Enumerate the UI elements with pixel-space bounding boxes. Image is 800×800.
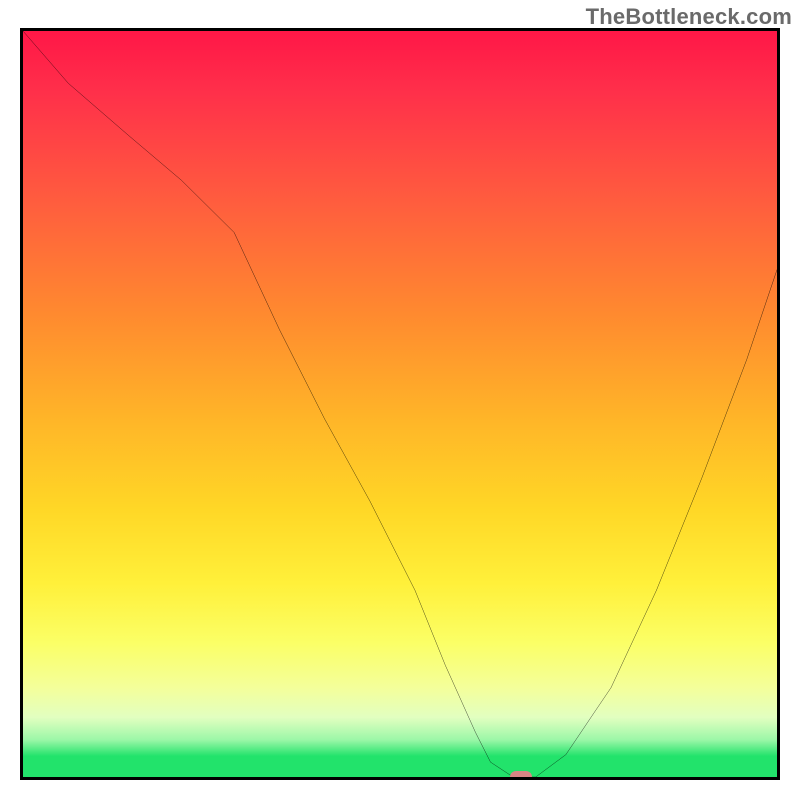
- bottleneck-curve-path: [23, 31, 777, 777]
- chart-container: TheBottleneck.com: [0, 0, 800, 800]
- watermark-text: TheBottleneck.com: [586, 4, 792, 30]
- plot-area: [20, 28, 780, 780]
- curve-svg: [23, 31, 777, 777]
- optimal-marker: [510, 771, 532, 780]
